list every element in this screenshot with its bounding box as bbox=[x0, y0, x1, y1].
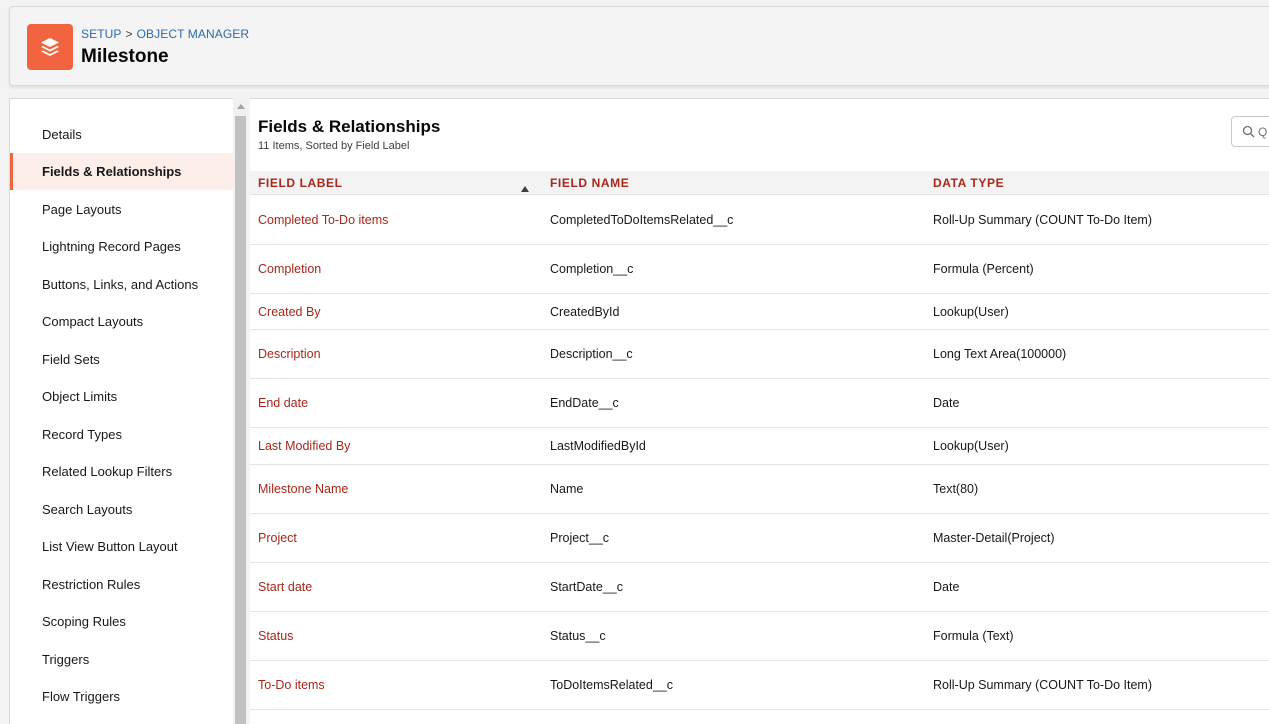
breadcrumb-object-manager[interactable]: OBJECT MANAGER bbox=[137, 27, 250, 41]
field-data-type: Master-Detail(Project) bbox=[933, 531, 1055, 545]
breadcrumb-setup[interactable]: SETUP bbox=[81, 27, 122, 41]
quick-find-search[interactable] bbox=[1231, 116, 1269, 147]
table-row: Status Status__c Formula (Text) bbox=[250, 612, 1269, 661]
field-label-link[interactable]: Status bbox=[258, 612, 293, 660]
page-title: Milestone bbox=[81, 46, 169, 67]
sidebar-item-scoping-rules[interactable]: Scoping Rules bbox=[10, 603, 234, 640]
field-data-type: Date bbox=[933, 396, 960, 410]
table-row: Project Project__c Master-Detail(Project… bbox=[250, 514, 1269, 563]
scrollbar-thumb[interactable] bbox=[235, 116, 246, 724]
field-data-type: Roll-Up Summary (COUNT To-Do Item) bbox=[933, 213, 1153, 227]
sidebar-item-related-lookup-filters[interactable]: Related Lookup Filters bbox=[10, 453, 234, 490]
table-row: To-Do items ToDoItemsRelated__c Roll-Up … bbox=[250, 661, 1269, 710]
table-row: End date EndDate__c Date bbox=[250, 379, 1269, 428]
sidebar-item-page-layouts[interactable]: Page Layouts bbox=[10, 191, 234, 228]
column-header-data-type[interactable]: DATA TYPE bbox=[933, 171, 1004, 195]
sidebar-item-list-view-button-layout[interactable]: List View Button Layout bbox=[10, 528, 234, 565]
breadcrumb: SETUP > OBJECT MANAGER bbox=[81, 27, 249, 41]
column-header-field-name[interactable]: FIELD NAME bbox=[550, 171, 629, 195]
section-subtitle: 11 Items, Sorted by Field Label bbox=[258, 140, 410, 152]
table-row: Last Modified By LastModifiedById Lookup… bbox=[250, 428, 1269, 465]
table-row: Completion Completion__c Formula (Percen… bbox=[250, 245, 1269, 294]
field-api-name: LastModifiedById bbox=[550, 439, 646, 453]
table-row: Start date StartDate__c Date bbox=[250, 563, 1269, 612]
sidebar-item-compact-layouts[interactable]: Compact Layouts bbox=[10, 303, 234, 340]
sidebar: Details Fields & Relationships Page Layo… bbox=[9, 98, 234, 724]
field-label-link[interactable]: Milestone Name bbox=[258, 465, 348, 513]
section-title: Fields & Relationships bbox=[258, 117, 441, 136]
table-row: Milestone Name Name Text(80) bbox=[250, 465, 1269, 514]
table-header: FIELD LABEL FIELD NAME DATA TYPE bbox=[250, 171, 1269, 195]
field-label-link[interactable]: Completion bbox=[258, 245, 321, 293]
sidebar-item-flow-triggers[interactable]: Flow Triggers bbox=[10, 678, 234, 715]
field-data-type: Text(80) bbox=[933, 482, 979, 496]
field-data-type: Roll-Up Summary (COUNT To-Do Item) bbox=[933, 678, 1153, 692]
field-label-link[interactable]: To-Do items bbox=[258, 661, 325, 709]
field-api-name: Status__c bbox=[550, 629, 606, 643]
field-data-type: Date bbox=[933, 580, 960, 594]
sidebar-item-restriction-rules[interactable]: Restriction Rules bbox=[10, 566, 234, 603]
sort-ascending-icon[interactable] bbox=[521, 179, 529, 197]
breadcrumb-separator: > bbox=[125, 27, 133, 41]
page-header: SETUP > OBJECT MANAGER Milestone bbox=[9, 6, 1269, 86]
field-data-type: Lookup(User) bbox=[933, 439, 1009, 453]
field-label-link[interactable]: Last Modified By bbox=[258, 428, 350, 464]
field-api-name: Name bbox=[550, 482, 584, 496]
sidebar-item-field-sets[interactable]: Field Sets bbox=[10, 341, 234, 378]
field-data-type: Lookup(User) bbox=[933, 304, 1009, 319]
table-row: Description Description__c Long Text Are… bbox=[250, 330, 1269, 379]
field-label-link[interactable]: Start date bbox=[258, 563, 312, 611]
field-label-link[interactable]: Completed To-Do items bbox=[258, 196, 388, 244]
field-api-name: CreatedById bbox=[550, 304, 620, 319]
sidebar-item-buttons-links-actions[interactable]: Buttons, Links, and Actions bbox=[10, 266, 234, 303]
field-label-link[interactable]: Created By bbox=[258, 294, 321, 329]
field-api-name: EndDate__c bbox=[550, 396, 619, 410]
table-row: Completed To-Do items CompletedToDoItems… bbox=[250, 196, 1269, 245]
field-api-name: ToDoItemsRelated__c bbox=[550, 678, 673, 692]
sidebar-item-lightning-record-pages[interactable]: Lightning Record Pages bbox=[10, 228, 234, 265]
sidebar-item-fields-relationships[interactable]: Fields & Relationships bbox=[10, 153, 234, 190]
search-icon bbox=[1242, 125, 1255, 143]
sidebar-scrollbar[interactable] bbox=[233, 98, 248, 724]
field-label-link[interactable]: End date bbox=[258, 379, 308, 427]
field-api-name: CompletedToDoItemsRelated__c bbox=[550, 213, 734, 227]
field-data-type: Long Text Area(100000) bbox=[933, 347, 1067, 361]
sidebar-item-triggers[interactable]: Triggers bbox=[10, 641, 234, 678]
field-data-type: Formula (Text) bbox=[933, 629, 1014, 643]
field-api-name: Completion__c bbox=[550, 262, 634, 276]
sidebar-item-search-layouts[interactable]: Search Layouts bbox=[10, 491, 234, 528]
scroll-up-arrow-icon[interactable] bbox=[233, 98, 248, 114]
field-api-name: Description__c bbox=[550, 347, 633, 361]
main-panel: Fields & Relationships 11 Items, Sorted … bbox=[250, 98, 1269, 724]
table-row: Created By CreatedById Lookup(User) bbox=[250, 294, 1269, 330]
field-label-link[interactable]: Description bbox=[258, 330, 321, 378]
sidebar-item-record-types[interactable]: Record Types bbox=[10, 416, 234, 453]
field-api-name: Project__c bbox=[550, 531, 610, 545]
sidebar-item-details[interactable]: Details bbox=[10, 116, 234, 153]
search-input[interactable] bbox=[1258, 123, 1269, 141]
field-api-name: StartDate__c bbox=[550, 580, 623, 594]
layers-icon bbox=[27, 24, 73, 70]
field-label-link[interactable]: Project bbox=[258, 514, 297, 562]
field-data-type: Formula (Percent) bbox=[933, 262, 1034, 276]
column-header-field-label[interactable]: FIELD LABEL bbox=[258, 171, 343, 195]
sidebar-item-object-limits[interactable]: Object Limits bbox=[10, 378, 234, 415]
